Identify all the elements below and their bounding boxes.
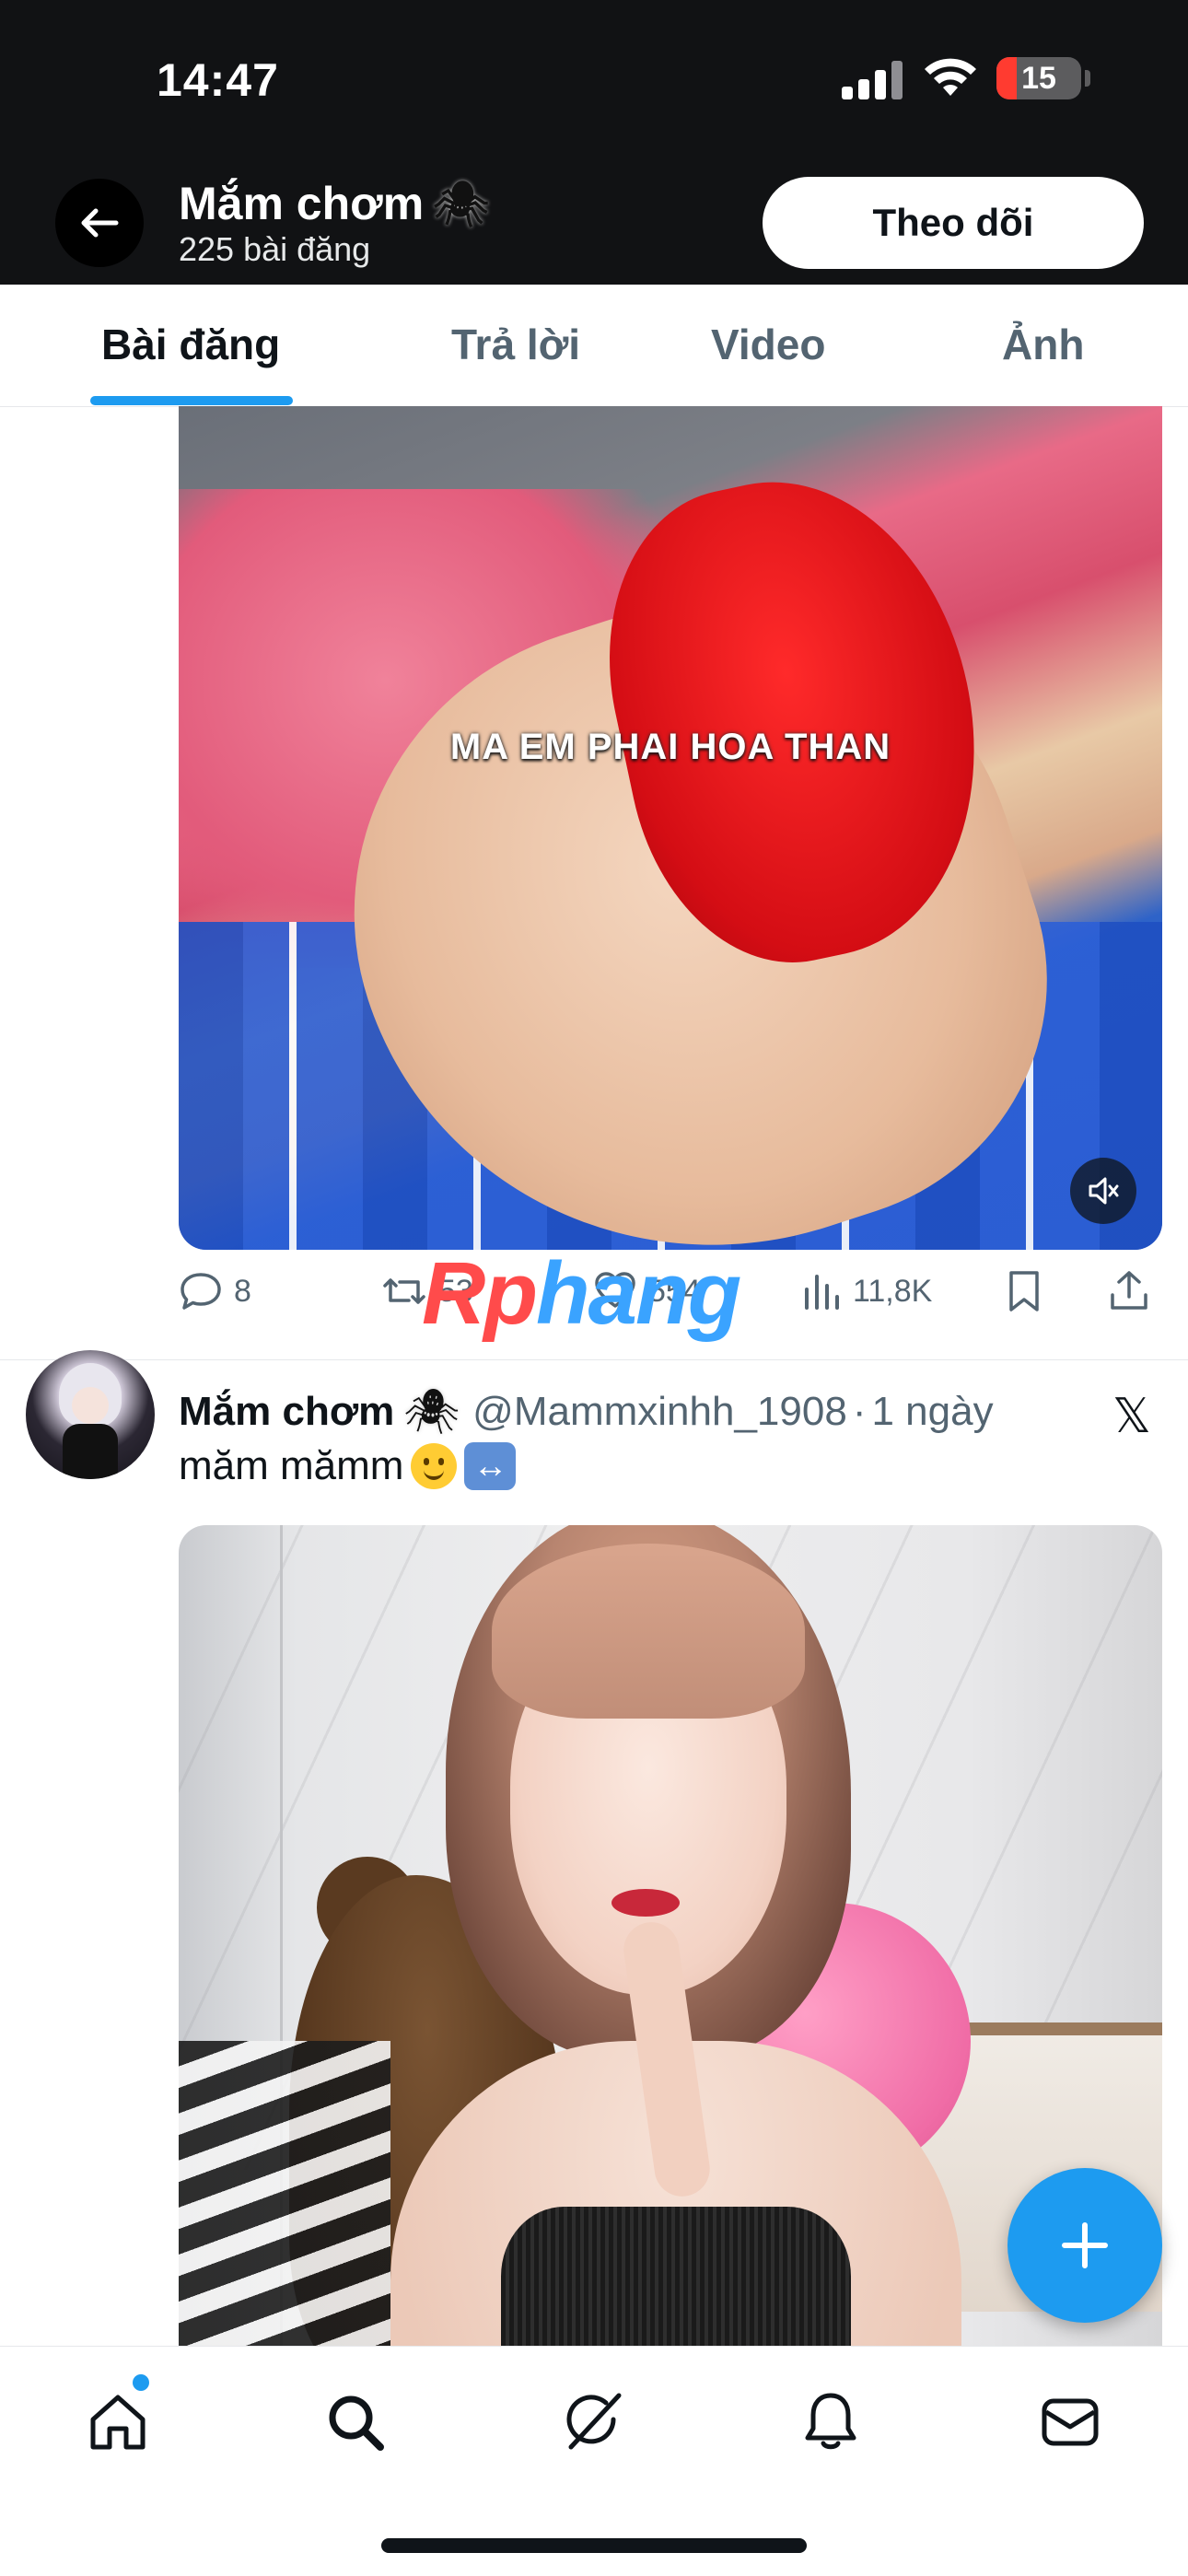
plus-icon <box>1062 2222 1108 2268</box>
repost-icon <box>383 1278 425 1304</box>
profile-name-text: Mắm chơm <box>179 178 425 229</box>
status-time: 14:47 <box>157 54 279 106</box>
x-logo-icon: 𝕏 <box>1112 1390 1151 1443</box>
cellular-signal-icon <box>842 61 903 99</box>
tab-video[interactable]: Video <box>711 320 825 369</box>
nav-messages[interactable] <box>1033 2385 1107 2459</box>
nav-notifications[interactable] <box>794 2385 868 2459</box>
spider-emoji-icon: 🕷 <box>403 1388 460 1437</box>
meta-separator: · <box>852 1388 867 1434</box>
reply-button[interactable]: 8 <box>179 1269 251 1313</box>
post-divider <box>0 1359 1188 1360</box>
nav-grok[interactable] <box>557 2385 631 2459</box>
tab-photos[interactable]: Ảnh <box>1002 320 1084 369</box>
post-count: 225 bài đăng <box>179 230 371 268</box>
slightly-smiling-face-icon <box>411 1443 458 1489</box>
views-button[interactable]: 11,8K <box>801 1269 932 1313</box>
post-text: măm mămm ↔ <box>179 1442 517 1490</box>
nav-home[interactable] <box>81 2385 155 2459</box>
post-video[interactable]: MA EM PHAI HOA THAN <box>179 406 1162 1250</box>
views-chart-icon <box>805 1275 839 1310</box>
messages-envelope-icon <box>1042 2398 1099 2446</box>
bookmark-button[interactable] <box>1006 1269 1042 1313</box>
grok-icon <box>566 2393 622 2450</box>
back-button[interactable] <box>55 179 144 267</box>
bookmark-icon <box>1009 1271 1039 1311</box>
active-tab-indicator <box>90 396 293 405</box>
post-time: 1 ngày <box>871 1388 994 1434</box>
wifi-icon <box>925 58 976 96</box>
search-icon <box>329 2395 384 2451</box>
video-caption: MA EM PHAI HOA THAN <box>449 727 891 767</box>
compose-post-button[interactable] <box>1007 2168 1162 2323</box>
nav-search[interactable] <box>319 2385 392 2459</box>
share-icon <box>1111 1271 1147 1310</box>
watermark-part-2: hang <box>535 1244 741 1343</box>
spider-emoji-icon: 🕷 <box>433 180 490 229</box>
follow-button[interactable]: Theo dõi <box>763 177 1144 269</box>
home-icon <box>90 2395 146 2450</box>
tab-replies[interactable]: Trả lời <box>451 320 580 369</box>
author-name[interactable]: Mắm chơm <box>179 1389 394 1435</box>
battery-percent: 15 <box>1021 61 1056 96</box>
battery-icon: 15 <box>996 57 1081 99</box>
image-shape <box>611 1889 680 1917</box>
views-count: 11,8K <box>853 1273 933 1309</box>
profile-name: Mắm chơm 🕷 <box>179 177 489 230</box>
image-shape <box>492 1544 805 1719</box>
avatar-shape <box>63 1424 118 1479</box>
mute-button[interactable] <box>1070 1158 1136 1224</box>
reply-bubble-icon <box>181 1273 221 1310</box>
avatar-shape <box>72 1387 109 1424</box>
arrow-left-icon <box>81 208 119 238</box>
share-button[interactable] <box>1109 1269 1149 1313</box>
profile-tabs: Bài đăng Trả lời Video Ảnh <box>0 285 1188 407</box>
profile-header: 14:47 15 Mắm chơm 🕷 225 bài đăng Theo dõ… <box>0 0 1188 285</box>
post-body: măm mămm <box>179 1443 404 1488</box>
battery-tip <box>1085 70 1090 87</box>
home-indicator[interactable] <box>381 2538 807 2553</box>
post-header: Mắm chơm 🕷 @Mammxinhh_1908 · 1 ngày <box>179 1385 994 1438</box>
author-handle[interactable]: @Mammxinhh_1908 <box>472 1389 847 1435</box>
watermark-part-1: Rp <box>422 1244 538 1343</box>
watermark-logo: Rphang <box>422 1243 741 1345</box>
avatar[interactable] <box>26 1350 155 1479</box>
notifications-bell-icon <box>805 2393 856 2450</box>
reply-count: 8 <box>234 1273 251 1309</box>
tab-posts[interactable]: Bài đăng <box>101 320 280 369</box>
speaker-muted-icon <box>1089 1177 1119 1205</box>
home-unread-dot <box>133 2374 149 2391</box>
left-right-arrow-icon: ↔ <box>464 1442 517 1490</box>
